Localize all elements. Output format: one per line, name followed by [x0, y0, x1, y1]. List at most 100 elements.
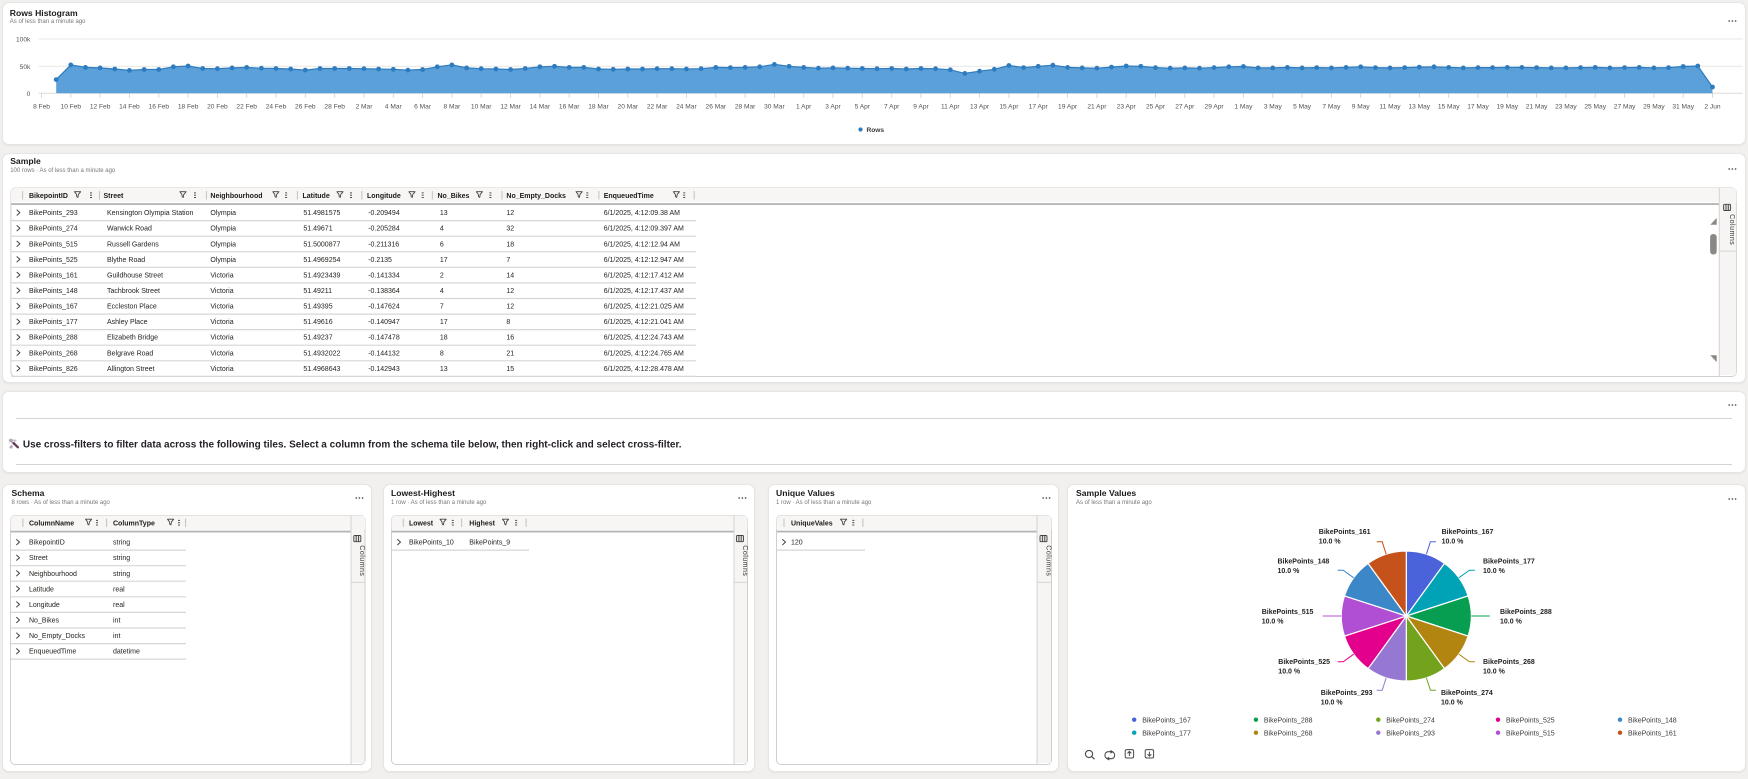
svg-text:Victoria: Victoria: [210, 272, 233, 279]
svg-text:2: 2: [440, 272, 444, 279]
svg-text:Columns: Columns: [1044, 545, 1051, 576]
svg-text:4 Mar: 4 Mar: [385, 104, 403, 111]
svg-text:51.49211: 51.49211: [303, 288, 332, 295]
svg-text:4: 4: [440, 225, 444, 232]
svg-text:29 Apr: 29 Apr: [1205, 104, 1225, 111]
svg-text:24 Mar: 24 Mar: [676, 104, 697, 111]
svg-text:13 Apr: 13 Apr: [970, 104, 990, 111]
svg-text:BikePoints_167: BikePoints_167: [1142, 717, 1191, 724]
svg-text:BikePoints_274: BikePoints_274: [1441, 690, 1493, 697]
svg-text:Highest: Highest: [469, 521, 495, 528]
svg-text:string: string: [113, 540, 130, 547]
svg-text:21 Apr: 21 Apr: [1087, 104, 1107, 111]
svg-text:51.4923439: 51.4923439: [303, 272, 340, 279]
svg-text:30 Mar: 30 Mar: [764, 104, 785, 111]
svg-text:Neighbourhood: Neighbourhood: [210, 193, 262, 200]
svg-text:14: 14: [506, 272, 514, 279]
svg-text:Victoria: Victoria: [210, 319, 233, 326]
svg-text:6/1/2025, 4:12:21.041 AM: 6/1/2025, 4:12:21.041 AM: [604, 319, 684, 326]
svg-text:17 May: 17 May: [1467, 104, 1489, 111]
svg-text:12: 12: [506, 288, 514, 295]
svg-text:-0.138364: -0.138364: [368, 288, 400, 295]
svg-text:10 Feb: 10 Feb: [61, 104, 82, 111]
svg-text:32: 32: [506, 225, 514, 232]
svg-text:Columns: Columns: [741, 545, 748, 576]
svg-text:-0.209494: -0.209494: [368, 210, 400, 217]
svg-text:6/1/2025, 4:12:24.765 AM: 6/1/2025, 4:12:24.765 AM: [604, 350, 684, 357]
svg-text:BikePoints_268: BikePoints_268: [1483, 659, 1535, 666]
svg-text:Russell Gardens: Russell Gardens: [107, 241, 159, 248]
svg-text:24 Feb: 24 Feb: [266, 104, 287, 111]
svg-text:Victoria: Victoria: [210, 303, 233, 310]
svg-text:Olympia: Olympia: [210, 225, 236, 232]
svg-text:21: 21: [506, 350, 514, 357]
svg-text:-0.147624: -0.147624: [368, 303, 400, 310]
svg-text:21 May: 21 May: [1526, 104, 1548, 111]
svg-text:Latitude: Latitude: [303, 193, 330, 200]
svg-text:BikePoints_167: BikePoints_167: [29, 303, 78, 310]
svg-text:BikePoints_515: BikePoints_515: [1262, 609, 1314, 616]
svg-text:Belgrave Road: Belgrave Road: [107, 350, 153, 357]
svg-text:15 Apr: 15 Apr: [999, 104, 1019, 111]
svg-text:Rows: Rows: [867, 127, 885, 134]
svg-text:Longitude: Longitude: [29, 602, 60, 609]
svg-text:Longitude: Longitude: [367, 193, 401, 200]
svg-text:26 Feb: 26 Feb: [295, 104, 316, 111]
svg-text:BikepointID: BikepointID: [29, 193, 68, 200]
svg-text:Allington Street: Allington Street: [107, 365, 155, 372]
svg-text:10 Mar: 10 Mar: [471, 104, 492, 111]
svg-text:Street: Street: [29, 555, 48, 562]
svg-text:51.4981575: 51.4981575: [303, 210, 340, 217]
svg-text:28 Mar: 28 Mar: [735, 104, 756, 111]
svg-text:BikePoints_268: BikePoints_268: [29, 350, 78, 357]
svg-text:9 Apr: 9 Apr: [913, 104, 929, 111]
svg-text:10.0 %: 10.0 %: [1483, 568, 1506, 575]
svg-text:13: 13: [440, 365, 448, 372]
svg-text:15: 15: [506, 365, 514, 372]
svg-text:10.0 %: 10.0 %: [1278, 568, 1301, 575]
svg-text:3 May: 3 May: [1264, 104, 1283, 111]
svg-text:BikePoints_148: BikePoints_148: [29, 288, 78, 295]
svg-text:Eccleston Place: Eccleston Place: [107, 303, 157, 310]
svg-text:Tachbrook Street: Tachbrook Street: [107, 288, 160, 295]
svg-text:BikePoints_167: BikePoints_167: [1442, 529, 1494, 536]
svg-text:10.0 %: 10.0 %: [1500, 618, 1523, 625]
svg-text:BikePoints_525: BikePoints_525: [1278, 659, 1330, 666]
svg-text:BikePoints_293: BikePoints_293: [1386, 730, 1435, 737]
svg-text:10.0 %: 10.0 %: [1321, 699, 1344, 706]
svg-text:Victoria: Victoria: [210, 350, 233, 357]
svg-text:-0.211316: -0.211316: [368, 241, 399, 248]
svg-text:BikePoints_161: BikePoints_161: [1628, 730, 1677, 737]
svg-text:5 May: 5 May: [1293, 104, 1312, 111]
svg-text:12: 12: [506, 210, 514, 217]
svg-text:BikePoints_288: BikePoints_288: [29, 334, 78, 341]
svg-text:No_Empty_Docks: No_Empty_Docks: [29, 633, 86, 640]
svg-text:BikepointID: BikepointID: [29, 540, 65, 547]
svg-text:51.49671: 51.49671: [303, 225, 332, 232]
svg-text:No_Bikes: No_Bikes: [29, 618, 59, 625]
svg-text:25 May: 25 May: [1584, 104, 1606, 111]
svg-text:BikePoints_9: BikePoints_9: [469, 540, 510, 547]
svg-text:31 May: 31 May: [1672, 104, 1694, 111]
svg-text:5 Apr: 5 Apr: [855, 104, 871, 111]
svg-text:int: int: [113, 633, 120, 640]
svg-text:1 Apr: 1 Apr: [796, 104, 812, 111]
svg-text:Olympia: Olympia: [210, 256, 236, 263]
svg-text:BikePoints_288: BikePoints_288: [1500, 609, 1552, 616]
svg-text:No_Empty_Docks: No_Empty_Docks: [506, 193, 566, 200]
svg-text:1 May: 1 May: [1234, 104, 1253, 111]
svg-text:7: 7: [506, 256, 510, 263]
svg-text:-0.142943: -0.142943: [368, 365, 400, 372]
svg-text:18: 18: [440, 334, 448, 341]
svg-text:17: 17: [440, 256, 448, 263]
svg-text:BikePoints_177: BikePoints_177: [1142, 730, 1191, 737]
svg-text:BikePoints_525: BikePoints_525: [1506, 717, 1555, 724]
svg-text:BikePoints_10: BikePoints_10: [409, 540, 454, 547]
svg-text:-0.147478: -0.147478: [368, 334, 400, 341]
svg-text:2 Mar: 2 Mar: [356, 104, 374, 111]
svg-text:Columns: Columns: [358, 545, 365, 576]
svg-text:51.49616: 51.49616: [303, 319, 332, 326]
svg-text:BikePoints_515: BikePoints_515: [29, 241, 78, 248]
svg-text:22 Feb: 22 Feb: [236, 104, 257, 111]
svg-text:10.0 %: 10.0 %: [1262, 618, 1285, 625]
